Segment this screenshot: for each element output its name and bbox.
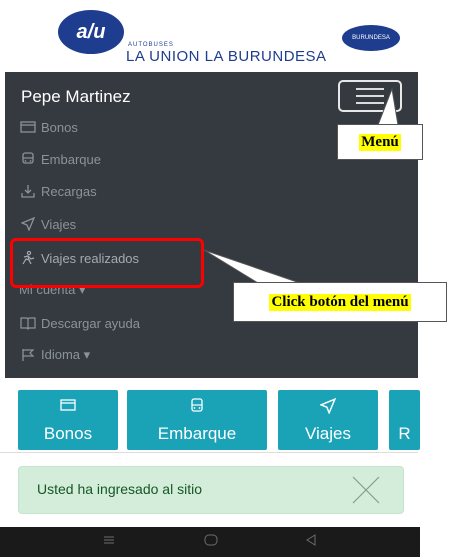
divider xyxy=(0,452,418,453)
recent-apps-icon[interactable] xyxy=(103,534,115,549)
tile-label: Embarque xyxy=(157,424,237,443)
callout-click-text: Click botón del menú xyxy=(269,293,411,311)
ticket-icon xyxy=(18,398,118,414)
android-nav-bar xyxy=(0,527,420,557)
bus-icon xyxy=(127,398,267,417)
back-icon[interactable] xyxy=(305,534,317,549)
tile-label: R xyxy=(398,424,411,443)
close-icon[interactable] xyxy=(351,475,381,505)
callout-click-menu-button: Click botón del menú xyxy=(233,282,447,322)
callout-menu: Menú xyxy=(337,124,423,160)
tile-label: Viajes xyxy=(305,424,351,443)
highlight-box xyxy=(10,238,204,288)
callout-menu-text: Menú xyxy=(359,133,401,151)
tile-embarque[interactable]: Embarque xyxy=(127,390,267,450)
home-icon[interactable] xyxy=(204,534,218,549)
tile-label: Bonos xyxy=(43,424,93,443)
tile-bonos[interactable]: Bonos xyxy=(18,390,118,450)
success-alert: Usted ha ingresado al sitio xyxy=(18,466,404,514)
tile-recargas-partial[interactable]: R xyxy=(389,390,420,450)
alert-message: Usted ha ingresado al sitio xyxy=(37,481,202,497)
tile-viajes[interactable]: Viajes xyxy=(278,390,378,450)
send-icon xyxy=(278,397,378,417)
